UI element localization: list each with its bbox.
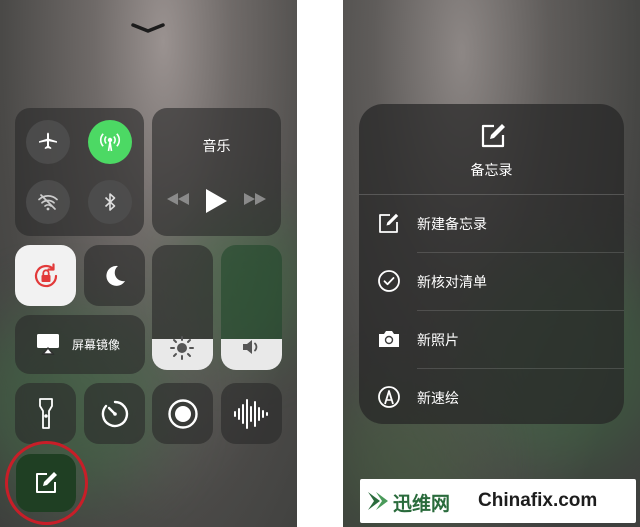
menu-item-new-checklist[interactable]: 新核对清单: [359, 252, 624, 310]
screen-mirroring-button[interactable]: 屏幕镜像: [15, 315, 145, 374]
notes-menu-card: 备忘录 新建备忘录 新核对清单 新照片 新速绘: [359, 104, 624, 424]
menu-item-label: 新建备忘录: [417, 217, 487, 233]
moon-icon: [105, 265, 125, 286]
cellular-icon: [99, 133, 121, 152]
menu-title: 备忘录: [470, 163, 513, 179]
play-icon[interactable]: [204, 188, 228, 214]
watermark-en: Chinafix.com: [478, 490, 598, 511]
screen-record-icon: [167, 398, 198, 429]
screen-mirroring-label: 屏幕镜像: [72, 338, 121, 352]
voice-memo-icon: [233, 398, 268, 429]
wifi-button[interactable]: [26, 180, 70, 224]
volume-slider[interactable]: [221, 245, 282, 370]
timer-icon: [101, 400, 128, 427]
speaker-icon: [243, 340, 258, 354]
do-not-disturb-button[interactable]: [84, 245, 145, 306]
menu-header: 备忘录: [359, 104, 624, 194]
brightness-slider[interactable]: [152, 245, 213, 370]
flashlight-button[interactable]: [15, 383, 76, 444]
highlight-circle: [5, 441, 88, 525]
cellular-data-button[interactable]: [88, 120, 132, 164]
rotation-lock-button[interactable]: [15, 245, 76, 306]
watermark: 迅维网 Chinafix.com: [360, 479, 636, 523]
rewind-icon[interactable]: [166, 192, 190, 206]
voice-memo-button[interactable]: [221, 383, 282, 444]
control-center-panel: 音乐 屏幕镜像: [0, 0, 297, 527]
chevron-down-icon[interactable]: [131, 22, 165, 34]
bluetooth-icon: [104, 193, 116, 211]
watermark-cn: 迅维网: [393, 493, 451, 515]
music-tile[interactable]: 音乐: [152, 108, 281, 236]
logo-arrow-icon: [368, 492, 388, 510]
compose-icon: [379, 213, 399, 233]
menu-item-label: 新核对清单: [417, 275, 487, 291]
notes-quick-actions-panel: 备忘录 新建备忘录 新核对清单 新照片 新速绘: [343, 0, 640, 527]
screen-record-button[interactable]: [152, 383, 213, 444]
menu-item-new-photo[interactable]: 新照片: [359, 310, 624, 368]
music-title: 音乐: [202, 139, 231, 155]
menu-item-label: 新照片: [417, 333, 459, 349]
airplane-mode-button[interactable]: [26, 120, 70, 164]
menu-item-new-note[interactable]: 新建备忘录: [359, 194, 624, 252]
wifi-off-icon: [38, 194, 58, 211]
camera-icon: [379, 331, 399, 347]
checkmark-circle-icon: [378, 270, 400, 292]
pen-circle-icon: [378, 386, 400, 408]
menu-item-new-sketch[interactable]: 新速绘: [359, 368, 624, 424]
rotation-lock-icon: [34, 262, 57, 287]
bluetooth-button[interactable]: [88, 180, 132, 224]
sun-icon: [170, 336, 194, 360]
menu-item-label: 新速绘: [417, 391, 459, 407]
notes-icon: [481, 124, 505, 148]
connectivity-tile: [15, 108, 144, 236]
timer-button[interactable]: [84, 383, 145, 444]
airplay-icon: [37, 334, 59, 355]
airplane-icon: [39, 132, 57, 149]
flashlight-icon: [38, 397, 53, 429]
fast-forward-icon[interactable]: [243, 192, 267, 206]
